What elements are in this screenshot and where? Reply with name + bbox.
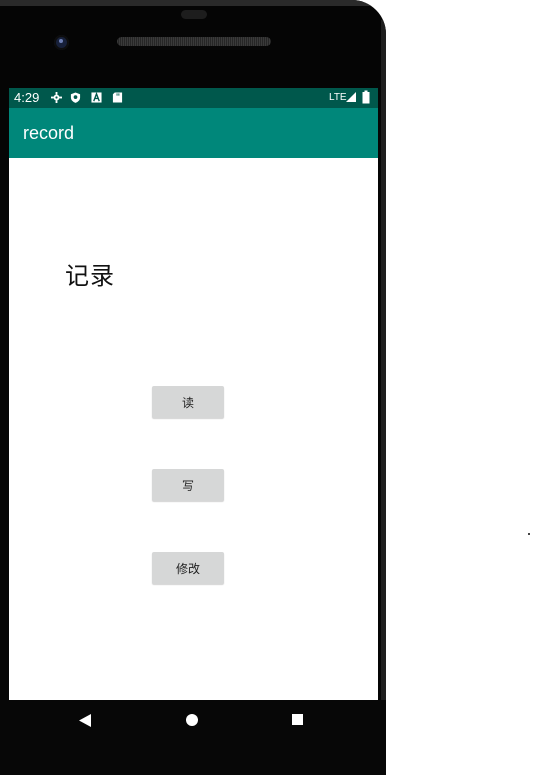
main-content: 记录 读 写 修改 [9, 158, 378, 700]
edit-button[interactable]: 修改 [152, 552, 224, 584]
battery-icon [362, 90, 370, 104]
signal-icon [346, 92, 356, 102]
edge-mark [528, 533, 530, 535]
recent-apps-icon[interactable] [292, 714, 303, 725]
phone-right-edge [381, 20, 386, 775]
back-icon[interactable] [79, 714, 92, 727]
status-time: 4:29 [14, 90, 40, 105]
settings-icon [51, 92, 62, 103]
page-title: 记录 [65, 262, 115, 290]
home-icon[interactable] [186, 714, 198, 726]
app-title: record [23, 123, 75, 143]
speaker-grille-icon [117, 37, 271, 46]
phone-top-edge [0, 0, 386, 6]
front-camera-icon [54, 35, 69, 50]
write-button[interactable]: 写 [152, 469, 224, 501]
earpiece-icon [181, 10, 207, 19]
read-button[interactable]: 读 [152, 386, 224, 418]
screen-stage: 4:29 LTE record 记录 读 写 修改 [0, 0, 533, 775]
sd-card-icon [112, 92, 123, 103]
network-type: LTE [329, 92, 347, 103]
phone-frame: 4:29 LTE record 记录 读 写 修改 [0, 0, 386, 775]
app-bar: record [9, 108, 378, 158]
status-bar: 4:29 LTE [9, 88, 378, 108]
navigation-bar [0, 700, 386, 775]
shield-icon [70, 92, 81, 103]
a-icon [91, 92, 102, 103]
